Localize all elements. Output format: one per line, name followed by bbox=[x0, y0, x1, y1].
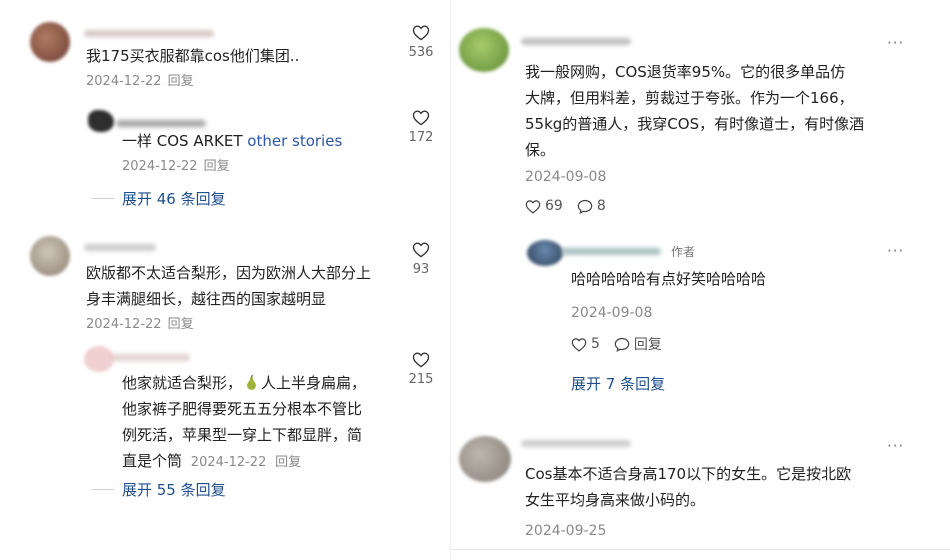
left-comment-panel: 我175买衣服都靠cos他们集团.. 2024-12-22 回复 536 一样 C… bbox=[0, 0, 440, 560]
like-count: 536 bbox=[408, 45, 434, 60]
username-blurred[interactable] bbox=[110, 354, 190, 361]
like-count: 5 bbox=[591, 336, 600, 352]
reply-label: 回复 bbox=[633, 337, 662, 353]
comment-date: 2024-12-22 bbox=[122, 159, 198, 174]
like-button[interactable]: 215 bbox=[406, 351, 436, 387]
pear-emoji-icon bbox=[247, 375, 256, 390]
comment-count: 8 bbox=[596, 198, 606, 214]
comment-text-line: 我一般网购，COS退货率95%。它的很多单品仿 bbox=[525, 63, 846, 81]
heart-outline-icon bbox=[525, 199, 541, 214]
expand-replies-button[interactable]: 展开 7 条回复 bbox=[571, 373, 665, 394]
expand-replies-button[interactable]: 展开 46 条回复 bbox=[122, 188, 226, 209]
right-comment-panel: ··· 我一般网购，COS退货率95%。它的很多单品仿 大牌，但用料差，剪裁过于… bbox=[450, 0, 950, 560]
divider bbox=[92, 489, 114, 490]
comment-text: 一样 COS ARKET other stories bbox=[122, 129, 342, 153]
reply-button[interactable]: 回复 bbox=[204, 159, 230, 174]
comment-bubble-icon bbox=[614, 337, 630, 352]
comment-text-line: 55kg的普通人，我穿COS，有时像道士，有时像酒 bbox=[525, 115, 865, 133]
like-button[interactable]: 93 bbox=[406, 241, 436, 277]
like-button[interactable]: 172 bbox=[406, 109, 436, 145]
comment-bubble-icon bbox=[577, 199, 593, 214]
like-button[interactable]: 69 bbox=[525, 198, 563, 214]
comment-date: 2024-09-25 bbox=[525, 523, 607, 539]
comment-text-line: 他家就适合梨形， 人上半身扁扁， bbox=[122, 374, 367, 392]
comment-meta: 2024-12-22 回复 bbox=[122, 158, 230, 176]
comment-text-line: 例死活，苹果型一穿上下都显胖，简 bbox=[122, 426, 363, 444]
comment-date: 2024-12-22 bbox=[86, 317, 162, 332]
username-blurred[interactable] bbox=[84, 30, 214, 37]
heart-outline-icon bbox=[412, 242, 430, 258]
divider bbox=[451, 549, 950, 550]
heart-outline-icon bbox=[412, 352, 430, 368]
username-blurred[interactable] bbox=[84, 244, 156, 251]
reply-button[interactable]: 回复 bbox=[275, 455, 301, 470]
more-dots-icon[interactable]: ··· bbox=[887, 242, 904, 260]
reply-button[interactable]: 回复 bbox=[614, 334, 662, 354]
comment-text-line: 大牌，但用料差，剪裁过于夸张。作为一个166， bbox=[525, 89, 854, 107]
username-blurred[interactable] bbox=[521, 440, 631, 447]
avatar[interactable] bbox=[527, 240, 563, 266]
avatar[interactable] bbox=[459, 436, 511, 482]
avatar[interactable] bbox=[459, 28, 509, 72]
comment-actions: 5 回复 bbox=[571, 334, 676, 354]
heart-outline-icon bbox=[412, 25, 430, 41]
heart-outline-icon bbox=[412, 110, 430, 126]
heart-outline-icon bbox=[571, 337, 587, 352]
more-dots-icon[interactable]: ··· bbox=[887, 34, 904, 52]
reply-button[interactable]: 回复 bbox=[168, 317, 194, 332]
like-count: 172 bbox=[408, 130, 434, 145]
comment-text-line: 他家裤子肥得要死五五分根本不管比 bbox=[122, 400, 363, 418]
comment-text-line: 保。 bbox=[525, 141, 556, 159]
comment-text-line: Cos基本不适合身高170以下的女生。它是按北欧 bbox=[525, 465, 852, 483]
like-count: 69 bbox=[545, 198, 563, 214]
comment-actions: 69 8 bbox=[525, 198, 620, 214]
avatar[interactable] bbox=[88, 110, 114, 132]
mention-link[interactable]: other stories bbox=[247, 132, 342, 150]
username-blurred[interactable] bbox=[561, 248, 661, 255]
comment-text: 我175买衣服都靠cos他们集团.. bbox=[86, 47, 300, 65]
comment-date: 2024-12-22 bbox=[190, 455, 267, 470]
comment-text-prefix: 一样 COS ARKET bbox=[122, 132, 248, 150]
like-button[interactable]: 5 bbox=[571, 336, 600, 352]
more-dots-icon[interactable]: ··· bbox=[887, 437, 904, 455]
avatar[interactable] bbox=[30, 22, 70, 62]
comment-text-line: 欧版都不太适合梨形，因为欧洲人大部分上 bbox=[86, 264, 372, 282]
like-count: 93 bbox=[412, 262, 430, 277]
avatar[interactable] bbox=[30, 236, 70, 276]
comment-date: 2024-09-08 bbox=[525, 169, 607, 185]
comment-text-line: 女生平均身高来做小码的。 bbox=[525, 491, 706, 509]
comment-meta: 2024-12-22 回复 bbox=[86, 73, 194, 91]
comment-text-line: 直是个筒 2024-12-22 回复 bbox=[122, 452, 302, 470]
like-button[interactable]: 536 bbox=[406, 24, 436, 60]
username-blurred[interactable] bbox=[521, 38, 631, 45]
reply-button[interactable]: 回复 bbox=[168, 74, 194, 89]
comment-text-line: 身丰满腿细长，越往西的国家越明显 bbox=[86, 290, 327, 308]
comment-date: 2024-12-22 bbox=[86, 74, 162, 89]
like-count: 215 bbox=[408, 372, 434, 387]
comment-text: 哈哈哈哈哈有点好笑哈哈哈哈 bbox=[571, 270, 767, 288]
comment-meta: 2024-12-22 回复 bbox=[86, 316, 194, 334]
comment-button[interactable]: 8 bbox=[577, 198, 606, 214]
username-blurred[interactable] bbox=[116, 120, 206, 127]
author-tag: 作者 bbox=[671, 245, 696, 259]
comment-date: 2024-09-08 bbox=[571, 305, 653, 321]
divider bbox=[92, 198, 114, 199]
expand-replies-button[interactable]: 展开 55 条回复 bbox=[122, 479, 226, 500]
